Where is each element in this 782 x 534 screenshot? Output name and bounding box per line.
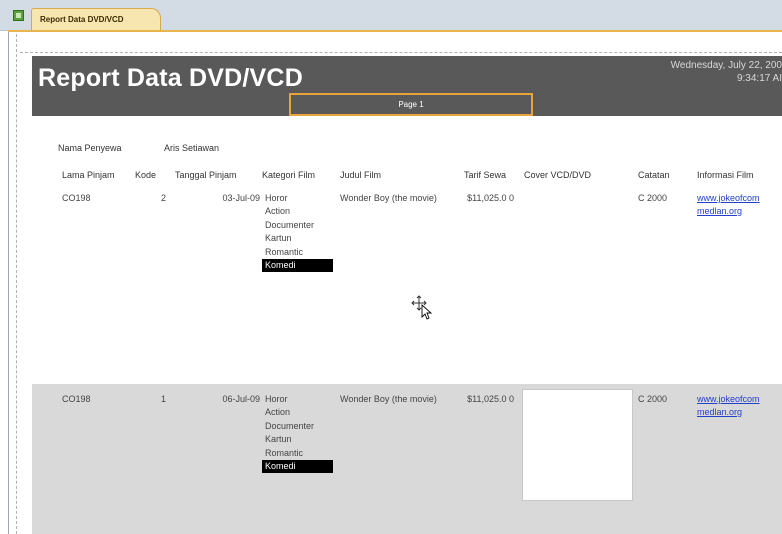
- column-header-judul-film[interactable]: Judul Film: [340, 170, 381, 180]
- record-2-informasi-film-link[interactable]: www.jokeofcom medlan.org: [697, 393, 782, 419]
- kategori-item-selected[interactable]: Komedi: [262, 258, 333, 273]
- move-cursor-icon: [411, 295, 433, 320]
- record-2-row-band[interactable]: [32, 384, 782, 534]
- page-number-label: Page 1: [398, 100, 424, 109]
- record-1-tanggal-pinjam[interactable]: 03-Jul-09: [196, 192, 260, 205]
- column-header-tanggal-pinjam[interactable]: Tanggal Pinjam: [175, 170, 237, 180]
- kategori-item[interactable]: Action: [262, 205, 333, 218]
- record-1-lama-pinjam[interactable]: CO198: [62, 192, 91, 205]
- page-margin-guide-vertical: [16, 34, 17, 534]
- record-1-catatan[interactable]: C 2000: [638, 192, 667, 205]
- record-1-kategori-list[interactable]: Horor Action Documenter Kartun Romantic …: [262, 192, 333, 273]
- kategori-item[interactable]: Kartun: [262, 232, 333, 245]
- kategori-item[interactable]: Documenter: [262, 219, 333, 232]
- record-1-judul-film[interactable]: Wonder Boy (the movie): [340, 192, 440, 205]
- tab-report-data-dvd-vcd[interactable]: Report Data DVD/VCD: [31, 8, 161, 30]
- column-header-tarif-sewa[interactable]: Tarif Sewa: [464, 170, 506, 180]
- report-date[interactable]: Wednesday, July 22, 200: [570, 60, 782, 71]
- record-2-tarif-sewa[interactable]: $11,025.0 0: [462, 393, 514, 406]
- kategori-item[interactable]: Action: [262, 406, 333, 419]
- record-2-kode[interactable]: 1: [150, 393, 166, 406]
- column-header-lama-pinjam[interactable]: Lama Pinjam: [62, 170, 115, 180]
- page-number-textbox[interactable]: Page 1: [289, 93, 533, 116]
- page-margin-guide-horizontal: [20, 52, 782, 53]
- record-2-tanggal-pinjam[interactable]: 06-Jul-09: [196, 393, 260, 406]
- kategori-item[interactable]: Romantic: [262, 246, 333, 259]
- record-2-cover-image[interactable]: [522, 389, 633, 501]
- report-icon: [13, 10, 24, 21]
- report-time[interactable]: 9:34:17 AI: [640, 73, 782, 84]
- column-header-cover[interactable]: Cover VCD/DVD: [524, 170, 591, 180]
- record-2-catatan[interactable]: C 2000: [638, 393, 667, 406]
- record-2-judul-film[interactable]: Wonder Boy (the movie): [340, 393, 440, 406]
- kategori-item[interactable]: Romantic: [262, 447, 333, 460]
- record-2-kategori-list[interactable]: Horor Action Documenter Kartun Romantic …: [262, 393, 333, 474]
- column-header-informasi-film[interactable]: Informasi Film: [697, 170, 754, 180]
- record-1-informasi-film-link[interactable]: www.jokeofcom medlan.org: [697, 192, 782, 218]
- record-1-kode[interactable]: 2: [150, 192, 166, 205]
- renter-name-label[interactable]: Nama Penyewa: [58, 143, 122, 153]
- column-header-kategori-film[interactable]: Kategori Film: [262, 170, 315, 180]
- kategori-item-selected[interactable]: Komedi: [262, 459, 333, 474]
- kategori-item[interactable]: Documenter: [262, 420, 333, 433]
- kategori-item[interactable]: Horor: [262, 393, 333, 406]
- record-2-lama-pinjam[interactable]: CO198: [62, 393, 91, 406]
- kategori-item[interactable]: Horor: [262, 192, 333, 205]
- column-header-kode[interactable]: Kode: [135, 170, 156, 180]
- record-1-tarif-sewa[interactable]: $11,025.0 0: [462, 192, 514, 205]
- renter-name-value[interactable]: Aris Setiawan: [164, 143, 219, 153]
- surface-left-border: [8, 32, 9, 534]
- tab-label: Report Data DVD/VCD: [40, 15, 124, 24]
- report-title[interactable]: Report Data DVD/VCD: [38, 64, 303, 93]
- kategori-item[interactable]: Kartun: [262, 433, 333, 446]
- column-header-catatan[interactable]: Catatan: [638, 170, 670, 180]
